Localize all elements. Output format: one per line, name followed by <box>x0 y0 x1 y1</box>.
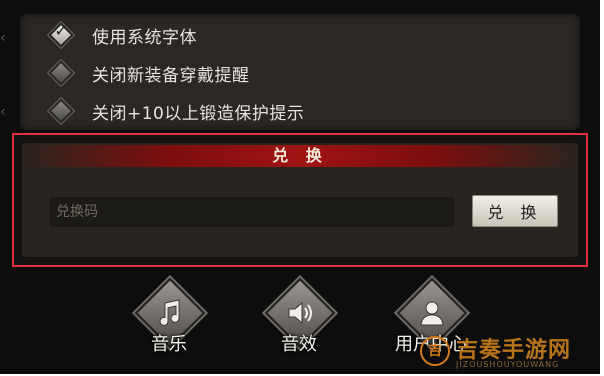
option-system-font[interactable]: ✓ 使用系统字体 <box>48 20 197 50</box>
site-watermark: 吉 吉奏手游网 JIZOUSHOUYOUWANG <box>418 330 604 376</box>
redeem-code-input[interactable] <box>50 197 454 227</box>
music-label: 音乐 <box>151 334 187 355</box>
redeem-title: 兑 换 <box>22 145 578 167</box>
redeem-button[interactable]: 兑 换 <box>472 195 558 227</box>
option-label: 关闭新装备穿戴提醒 <box>92 65 250 86</box>
watermark-subtext: JIZOUSHOUYOUWANG <box>456 360 560 369</box>
sound-effects-button[interactable]: 音效 <box>254 277 344 362</box>
checkbox-icon[interactable] <box>48 98 74 124</box>
music-button[interactable]: 音乐 <box>124 277 214 362</box>
chevron-left-icon: ‹ <box>0 30 6 46</box>
watermark-logo-icon: 吉 <box>420 336 450 366</box>
redeem-panel: 兑 换 兑 换 <box>22 143 578 257</box>
option-forge-protection-tip[interactable]: 关闭+10以上锻造保护提示 <box>48 96 304 126</box>
checkbox-checked-icon[interactable]: ✓ <box>48 20 74 48</box>
sound-effects-label: 音效 <box>281 334 317 355</box>
redeem-highlight-box: 兑 换 兑 换 <box>12 133 588 267</box>
settings-screen: ‹ ‹ ✓ 使用系统字体 关闭新装备穿戴提醒 关闭+10以上锻造保护提示 兑 换… <box>0 0 600 374</box>
checkmark-icon: ✓ <box>54 20 69 40</box>
options-panel: ✓ 使用系统字体 关闭新装备穿戴提醒 关闭+10以上锻造保护提示 <box>20 14 580 130</box>
option-label: 使用系统字体 <box>92 27 197 48</box>
option-new-equipment-reminder[interactable]: 关闭新装备穿戴提醒 <box>48 58 250 88</box>
chevron-left-icon: ‹ <box>0 104 6 120</box>
checkbox-icon[interactable] <box>48 60 74 86</box>
option-label: 关闭+10以上锻造保护提示 <box>92 103 305 124</box>
